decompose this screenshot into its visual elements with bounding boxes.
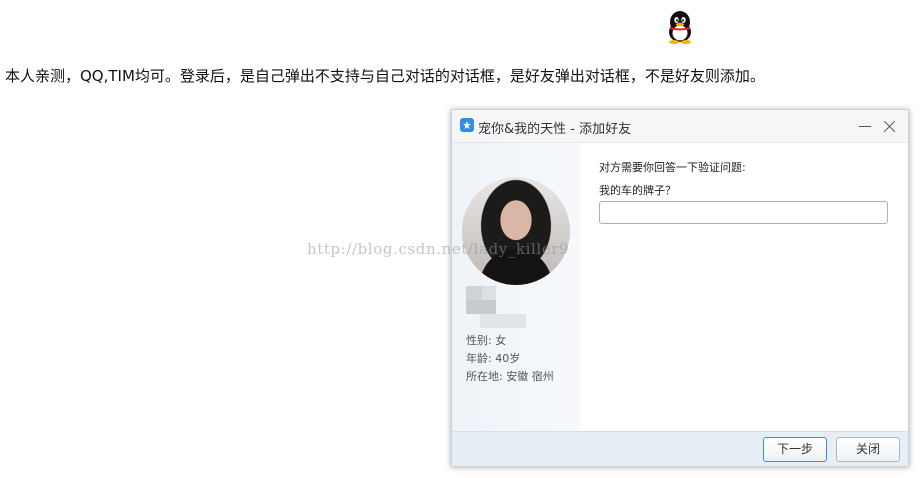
dialog-title: 宠你&我的天性 - 添加好友 xyxy=(478,122,632,137)
next-step-button[interactable]: 下一步 xyxy=(763,437,827,462)
close-icon[interactable] xyxy=(882,119,896,133)
intro-paragraph: 本人亲测，QQ,TIM均可。登录后，是自己弹出不支持与自己对话的对话框，是好友弹… xyxy=(5,67,765,85)
qq-penguin-icon xyxy=(669,11,691,44)
qq-star-icon xyxy=(460,118,474,132)
add-friend-dialog: 宠你&我的天性 - 添加好友 性别: 女 年龄: 40岁 所在地: 安徽 宿州 … xyxy=(451,109,909,466)
dialog-footer: 下一步 关闭 xyxy=(452,431,908,466)
dialog-titlebar[interactable]: 宠你&我的天性 - 添加好友 xyxy=(452,110,908,143)
avatar xyxy=(462,177,570,285)
minimize-icon[interactable] xyxy=(858,119,872,133)
profile-panel: 性别: 女 年龄: 40岁 所在地: 安徽 宿州 xyxy=(452,143,580,431)
profile-location: 所在地: 安徽 宿州 xyxy=(466,370,554,383)
answer-input[interactable] xyxy=(599,201,888,224)
verification-prompt: 对方需要你回答一下验证问题: xyxy=(599,161,746,174)
verification-question: 我的车的牌子？ xyxy=(599,184,676,197)
watermark: http://blog.csdn.net/lady_killer9 xyxy=(307,240,570,258)
profile-age: 年龄: 40岁 xyxy=(466,352,521,365)
close-button[interactable]: 关闭 xyxy=(836,437,900,462)
blurred-nickname xyxy=(466,286,526,328)
profile-gender: 性别: 女 xyxy=(466,334,507,347)
